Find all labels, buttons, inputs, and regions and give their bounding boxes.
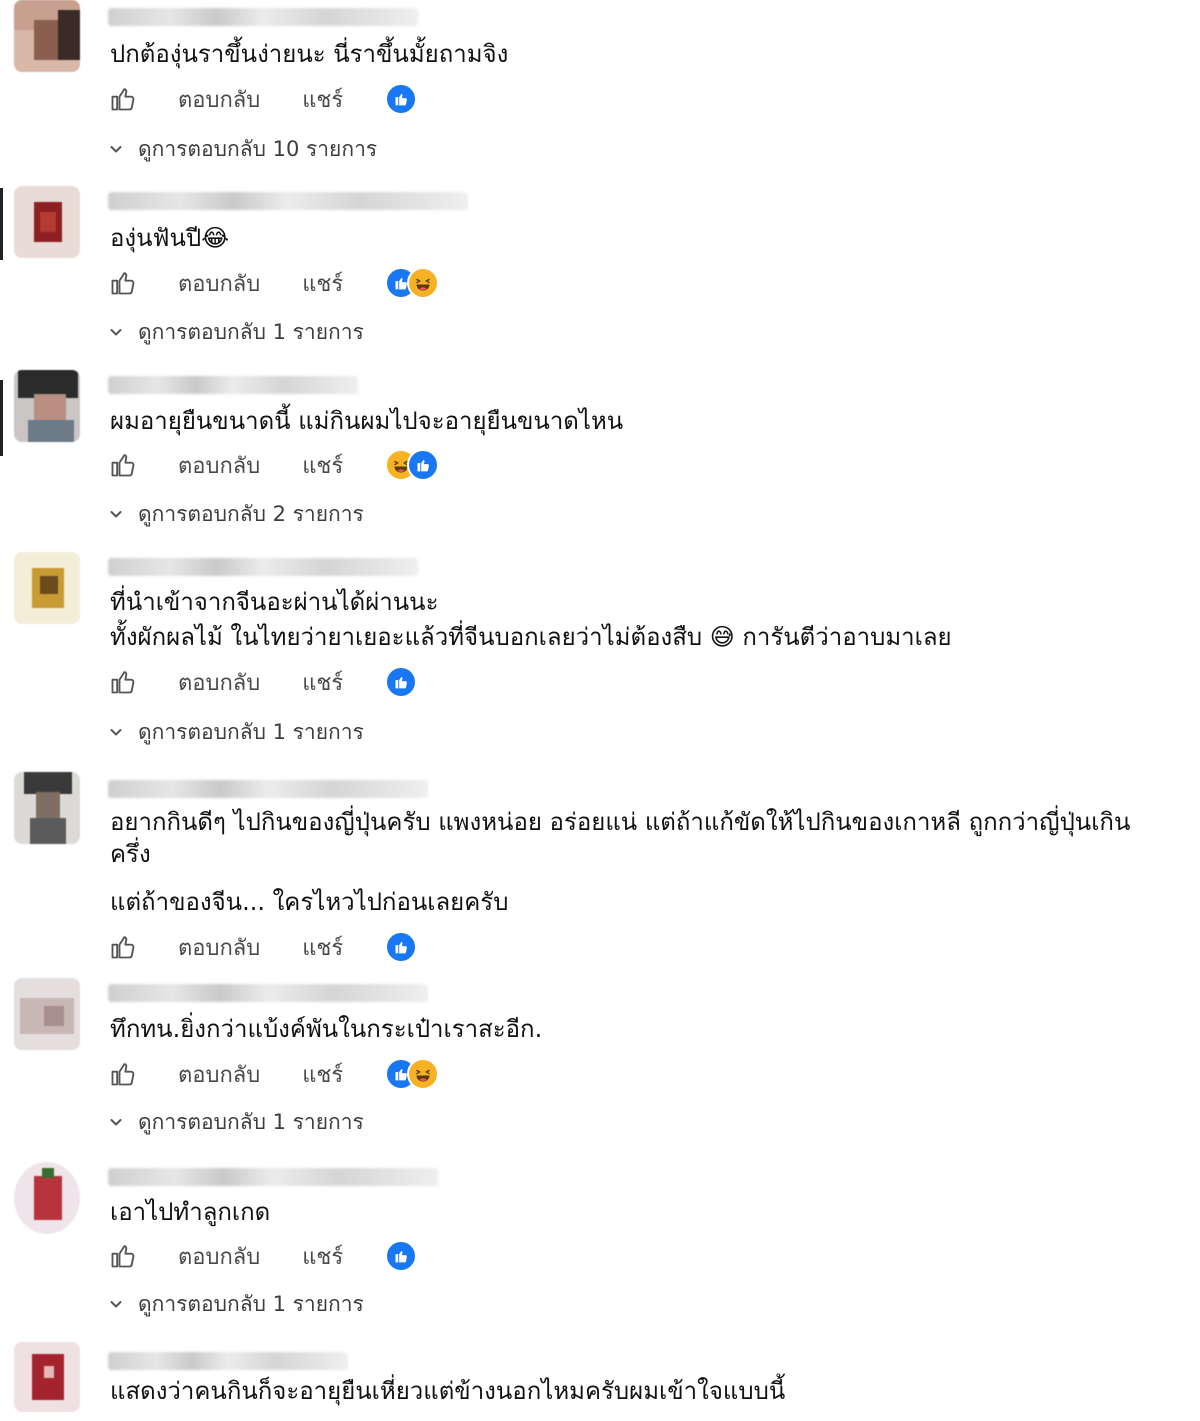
chevron-down-icon bbox=[108, 506, 124, 522]
avatar[interactable] bbox=[14, 978, 80, 1050]
comment-text: แสดงว่าคนกินก็จะอายุยืนเหี่ยวแต่ข้างนอกไ… bbox=[110, 1377, 786, 1405]
reply-button[interactable]: ตอบกลับ bbox=[178, 82, 260, 117]
like-button[interactable] bbox=[108, 1241, 138, 1271]
comment-actions: ตอบกลับ แชร์ bbox=[108, 665, 418, 700]
avatar[interactable] bbox=[14, 0, 80, 72]
author-name-blurred[interactable] bbox=[108, 192, 468, 210]
author-name-blurred[interactable] bbox=[108, 780, 428, 798]
like-reaction-icon bbox=[385, 1240, 418, 1272]
view-replies-link[interactable]: ดูการตอบกลับ 1 รายการ bbox=[108, 718, 364, 746]
comment-text: องุ่นฟันปี😂 bbox=[110, 224, 230, 252]
like-button[interactable] bbox=[108, 84, 138, 114]
share-button[interactable]: แชร์ bbox=[302, 266, 343, 301]
view-replies-label: ดูการตอบกลับ 1 รายการ bbox=[138, 719, 364, 744]
view-replies-label: ดูการตอบกลับ 1 รายการ bbox=[138, 1109, 364, 1134]
reaction-summary[interactable] bbox=[385, 666, 418, 698]
author-name-blurred[interactable] bbox=[108, 1352, 348, 1370]
avatar[interactable] bbox=[14, 1342, 80, 1412]
author-name-blurred[interactable] bbox=[108, 376, 358, 394]
reply-button[interactable]: ตอบกลับ bbox=[178, 266, 260, 301]
reply-button[interactable]: ตอบกลับ bbox=[178, 448, 260, 483]
comment-text-line-1: ที่นำเข้าจากจีนอะผ่านได้ผ่านนะ bbox=[110, 588, 439, 616]
reply-button[interactable]: ตอบกลับ bbox=[178, 1239, 260, 1274]
chevron-down-icon bbox=[108, 724, 124, 740]
thumbs-up-outline-icon bbox=[109, 1242, 137, 1270]
comment-text: ทึกทน.ยิ่งกว่าแบ้งค์พันในกระเป๋าเราสะอีก… bbox=[110, 1015, 543, 1043]
thumbs-up-outline-icon bbox=[109, 85, 137, 113]
reaction-summary[interactable] bbox=[385, 267, 440, 299]
view-replies-link[interactable]: ดูการตอบกลับ 1 รายการ bbox=[108, 318, 364, 346]
view-replies-link[interactable]: ดูการตอบกลับ 1 รายการ bbox=[108, 1290, 364, 1318]
reply-button[interactable]: ตอบกลับ bbox=[178, 1057, 260, 1092]
comment-text: ผมอายุยืนขนาดนี้ แม่กินผมไปจะอายุยืนขนาด… bbox=[110, 407, 624, 435]
chevron-down-icon bbox=[108, 1296, 124, 1312]
share-button[interactable]: แชร์ bbox=[302, 930, 343, 965]
like-button[interactable] bbox=[108, 450, 138, 480]
chevron-down-icon bbox=[108, 324, 124, 340]
chevron-down-icon bbox=[108, 141, 124, 157]
view-replies-label: ดูการตอบกลับ 2 รายการ bbox=[138, 501, 364, 526]
reaction-summary[interactable] bbox=[385, 83, 418, 115]
reaction-summary[interactable] bbox=[385, 1240, 418, 1272]
like-button[interactable] bbox=[108, 932, 138, 962]
view-replies-label: ดูการตอบกลับ 1 รายการ bbox=[138, 319, 364, 344]
like-button[interactable] bbox=[108, 1059, 138, 1089]
reaction-summary[interactable] bbox=[385, 931, 418, 963]
like-reaction-icon bbox=[385, 931, 418, 963]
share-button[interactable]: แชร์ bbox=[302, 1057, 343, 1092]
haha-reaction-icon bbox=[407, 1058, 440, 1090]
avatar[interactable] bbox=[14, 772, 80, 844]
author-name-blurred[interactable] bbox=[108, 558, 418, 576]
view-replies-label: ดูการตอบกลับ 1 รายการ bbox=[138, 1291, 364, 1316]
comment-actions: ตอบกลับ แชร์ bbox=[108, 266, 440, 301]
thumbs-up-outline-icon bbox=[109, 668, 137, 696]
view-replies-link[interactable]: ดูการตอบกลับ 10 รายการ bbox=[108, 135, 377, 163]
like-reaction-icon bbox=[385, 666, 418, 698]
comment-text: ปกต้องุ่นราขึ้นง่ายนะ นี่ราขึ้นมั้ยถามจิ… bbox=[110, 40, 509, 68]
avatar[interactable] bbox=[14, 370, 80, 442]
author-name-blurred[interactable] bbox=[108, 8, 418, 26]
comment-actions: ตอบกลับ แชร์ bbox=[108, 82, 418, 117]
thumbs-up-outline-icon bbox=[109, 933, 137, 961]
thread-marker bbox=[0, 188, 3, 260]
reply-button[interactable]: ตอบกลับ bbox=[178, 665, 260, 700]
like-button[interactable] bbox=[108, 667, 138, 697]
chevron-down-icon bbox=[108, 1114, 124, 1130]
view-replies-label: ดูการตอบกลับ 10 รายการ bbox=[138, 136, 378, 161]
comment-actions: ตอบกลับ แชร์ bbox=[108, 930, 418, 965]
comment-actions: ตอบกลับ แชร์ bbox=[108, 1057, 440, 1092]
reply-button[interactable]: ตอบกลับ bbox=[178, 930, 260, 965]
reaction-summary[interactable] bbox=[385, 449, 440, 481]
haha-reaction-icon bbox=[407, 267, 440, 299]
like-reaction-icon bbox=[407, 449, 440, 481]
thumbs-up-outline-icon bbox=[109, 451, 137, 479]
author-name-blurred[interactable] bbox=[108, 1168, 438, 1186]
reaction-summary[interactable] bbox=[385, 1058, 440, 1090]
share-button[interactable]: แชร์ bbox=[302, 448, 343, 483]
comment-actions: ตอบกลับ แชร์ bbox=[108, 448, 440, 483]
view-replies-link[interactable]: ดูการตอบกลับ 1 รายการ bbox=[108, 1108, 364, 1136]
like-reaction-icon bbox=[385, 83, 418, 115]
avatar[interactable] bbox=[14, 552, 80, 624]
comment-text-para-2: แต่ถ้าของจีน... ใครไหวไปก่อนเลยครับ bbox=[110, 888, 509, 916]
author-name-blurred[interactable] bbox=[108, 984, 428, 1002]
avatar[interactable] bbox=[14, 1162, 80, 1234]
comment-actions: ตอบกลับ แชร์ bbox=[108, 1239, 418, 1274]
thread-marker bbox=[0, 380, 3, 456]
thumbs-up-outline-icon bbox=[109, 1060, 137, 1088]
like-button[interactable] bbox=[108, 268, 138, 298]
view-replies-link[interactable]: ดูการตอบกลับ 2 รายการ bbox=[108, 500, 364, 528]
comment-text: เอาไปทำลูกเกด bbox=[110, 1198, 271, 1226]
comment-text-para-1: อยากกินดีๆ ไปกินของญี่ปุ่นครับ แพงหน่อย … bbox=[110, 808, 1131, 868]
share-button[interactable]: แชร์ bbox=[302, 665, 343, 700]
avatar[interactable] bbox=[14, 186, 80, 258]
share-button[interactable]: แชร์ bbox=[302, 82, 343, 117]
comment-text-line-2: ทั้งผักผลไม้ ในไทยว่ายาเยอะแล้วที่จีนบอก… bbox=[110, 623, 952, 651]
share-button[interactable]: แชร์ bbox=[302, 1239, 343, 1274]
thumbs-up-outline-icon bbox=[109, 269, 137, 297]
